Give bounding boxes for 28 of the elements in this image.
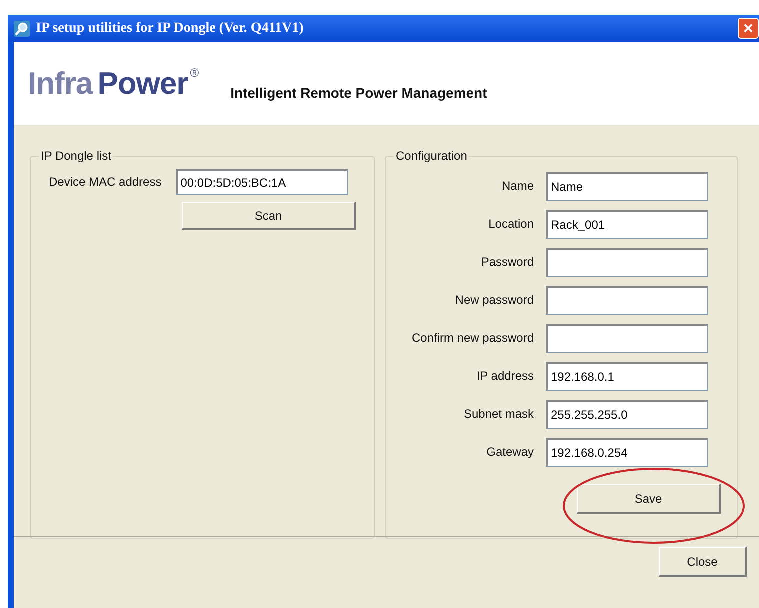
- input-field[interactable]: Rack_001: [546, 210, 708, 238]
- field-label: Device MAC address: [49, 175, 162, 189]
- field-label: Gateway: [486, 445, 534, 459]
- close-button[interactable]: ×: [738, 18, 759, 39]
- scan-button[interactable]: Scan: [182, 202, 356, 230]
- field-label: Subnet mask: [462, 407, 534, 421]
- close-button[interactable]: Close: [659, 547, 747, 577]
- mac-address-field[interactable]: 00:0D:5D:05:BC:1A: [176, 169, 348, 195]
- window-title: IP setup utilities for IP Dongle (Ver. Q411V1): [36, 20, 305, 36]
- field-label: New password: [454, 293, 534, 307]
- field-label: Password: [480, 255, 534, 269]
- save-button[interactable]: Save: [577, 484, 721, 514]
- input-field[interactable]: [546, 324, 708, 352]
- group-title: IP Dongle list: [40, 149, 112, 163]
- tagline: Intelligent Remote Power Management: [230, 84, 488, 100]
- field-label: IP address: [476, 369, 534, 383]
- magnifier-icon: [14, 20, 30, 36]
- input-field[interactable]: 192.168.0.254: [546, 438, 708, 466]
- field-label: Name: [500, 179, 534, 193]
- group-title: Configuration: [395, 149, 468, 163]
- field-label: Confirm new password: [410, 331, 534, 345]
- input-field[interactable]: [546, 248, 708, 276]
- input-field[interactable]: [546, 286, 708, 314]
- input-field[interactable]: 255.255.255.0: [546, 400, 708, 428]
- field-label: Location: [488, 217, 534, 231]
- logo: Infra Power$^{®}$: [28, 66, 199, 102]
- input-field[interactable]: Name: [546, 172, 708, 200]
- input-field[interactable]: 192.168.0.1: [546, 362, 708, 390]
